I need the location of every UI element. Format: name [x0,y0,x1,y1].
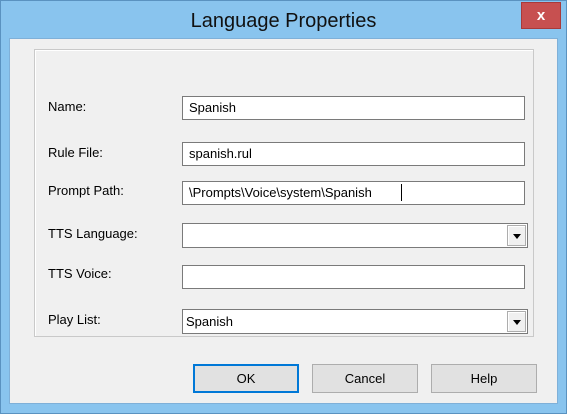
language-properties-window: Language Properties x Name: Spanish Rule… [0,0,567,414]
play-list-dropdown[interactable]: Spanish [182,309,528,334]
help-button[interactable]: Help [431,364,537,393]
prompt-path-input[interactable]: \Prompts\Voice\system\Spanish [182,181,525,205]
name-label: Name: [48,99,87,114]
rule-file-label: Rule File: [48,145,103,160]
tts-language-label: TTS Language: [48,226,138,241]
chevron-down-icon[interactable] [507,225,526,246]
name-input[interactable]: Spanish [182,96,525,120]
chevron-down-icon[interactable] [507,311,526,332]
play-list-value: Spanish [186,314,233,329]
tts-language-dropdown[interactable] [182,223,528,248]
window-title: Language Properties [190,10,377,32]
tts-voice-label: TTS Voice: [48,266,112,281]
play-list-label: Play List: [48,312,101,327]
close-icon: x [536,7,546,24]
cancel-button[interactable]: Cancel [312,364,418,393]
prompt-path-label: Prompt Path: [48,183,124,198]
title-bar[interactable]: Language Properties x [1,1,566,38]
dialog-client-area: Name: Spanish Rule File: spanish.rul Pro… [9,38,558,404]
rule-file-input[interactable]: spanish.rul [182,142,525,166]
tts-voice-input[interactable] [182,265,525,289]
close-button[interactable]: x [521,2,561,29]
text-cursor [401,184,402,201]
ok-button[interactable]: OK [193,364,299,393]
